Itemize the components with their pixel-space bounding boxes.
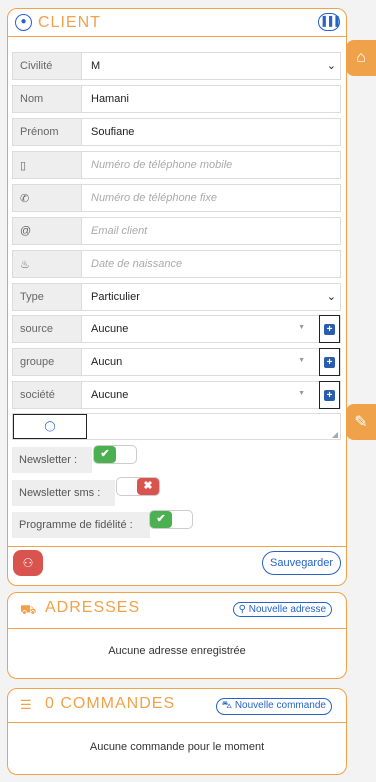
- source-value: Aucune: [91, 323, 129, 335]
- adresses-empty-message: Aucune adresse enregistrée: [108, 645, 246, 657]
- birthday-cake-icon: ♨: [13, 251, 82, 277]
- type-row[interactable]: Type Particulier ⌄: [12, 283, 341, 311]
- prenom-input[interactable]: Soufiane: [82, 119, 340, 145]
- newsletter-label: Newsletter :: [19, 454, 78, 466]
- adresses-header: ⛟ ADRESSES ⚲ Nouvelle adresse: [8, 593, 346, 629]
- civilite-value: M: [91, 60, 101, 72]
- birth-input[interactable]: Date de naissance: [82, 251, 340, 277]
- chart-icon-button[interactable]: ▐▐▐: [318, 13, 340, 31]
- add-societe-button[interactable]: +: [319, 381, 340, 409]
- caret-down-icon: ▼: [298, 324, 305, 331]
- phone-icon: ✆: [13, 185, 82, 211]
- home-tab[interactable]: ⌂: [346, 40, 376, 76]
- email-row[interactable]: @ Email client: [12, 217, 341, 245]
- new-address-button[interactable]: ⚲ Nouvelle adresse: [232, 602, 332, 617]
- settings-tab[interactable]: ✎: [346, 404, 376, 440]
- newsletter-sms-row: Newsletter sms :: [12, 480, 115, 506]
- birth-row[interactable]: ♨ Date de naissance: [12, 250, 341, 278]
- groupe-row[interactable]: groupe Aucun ▼ +: [12, 348, 341, 376]
- unlink-icon: ⚇: [22, 556, 34, 570]
- commandes-header: ☰ 0 COMMANDES ⛍ Nouvelle commande: [8, 689, 346, 723]
- home-icon: ⌂: [356, 49, 366, 66]
- fidelite-toggle[interactable]: ✔: [149, 510, 193, 529]
- add-groupe-button[interactable]: +: [319, 348, 340, 376]
- map-marker-icon: ⚲: [238, 604, 246, 615]
- nom-label: Nom: [13, 86, 82, 112]
- chevron-down-icon: ⌄: [326, 291, 336, 303]
- commandes-panel: ☰ 0 COMMANDES ⛍ Nouvelle commande Aucune…: [7, 688, 347, 775]
- newsletter-sms-toggle[interactable]: ✖: [116, 477, 160, 496]
- client-title: CLIENT: [38, 14, 101, 31]
- source-select[interactable]: Aucune ▼: [82, 316, 340, 342]
- societe-select[interactable]: Aucune ▼: [82, 382, 340, 408]
- adresses-panel: ⛟ ADRESSES ⚲ Nouvelle adresse Aucune adr…: [7, 592, 347, 679]
- comment-row[interactable]: ◯ ◢: [12, 413, 341, 440]
- fidelite-row: Programme de fidélité :: [12, 512, 150, 538]
- list-icon: ☰: [20, 697, 32, 712]
- commandes-empty-message: Aucune commande pour le moment: [89, 741, 265, 753]
- comment-textarea[interactable]: ◢: [87, 414, 340, 439]
- civilite-select[interactable]: M ⌄: [82, 53, 340, 79]
- societe-row[interactable]: société Aucune ▼ +: [12, 381, 341, 409]
- caret-down-icon: ▼: [298, 390, 305, 397]
- comment-icon-cell: ◯: [13, 414, 87, 439]
- client-panel: ● CLIENT ▐▐▐ Civilité M ⌄ Nom Hamani Prén…: [7, 8, 347, 586]
- plus-icon: +: [324, 356, 335, 368]
- prenom-row[interactable]: Prénom Soufiane: [12, 118, 341, 146]
- source-label: source: [13, 316, 82, 342]
- close-icon: ✖: [137, 478, 159, 495]
- type-select[interactable]: Particulier ⌄: [82, 284, 340, 310]
- speech-bubble-icon: ◯: [44, 421, 56, 432]
- mobile-icon: ▯: [13, 152, 82, 178]
- new-order-label: Nouvelle commande: [234, 700, 326, 711]
- type-label: Type: [13, 284, 82, 310]
- civilite-label: Civilité: [13, 53, 82, 79]
- fidelite-label: Programme de fidélité :: [19, 519, 133, 531]
- source-row[interactable]: source Aucune ▼ +: [12, 315, 341, 343]
- plus-icon: +: [324, 389, 335, 401]
- societe-value: Aucune: [91, 389, 129, 401]
- groupe-label: groupe: [13, 349, 82, 375]
- prenom-label: Prénom: [13, 119, 82, 145]
- newsletter-row: Newsletter :: [12, 447, 92, 473]
- fixe-row[interactable]: ✆ Numéro de téléphone fixe: [12, 184, 341, 212]
- mobile-input[interactable]: Numéro de téléphone mobile: [82, 152, 340, 178]
- cart-icon: ⛍: [221, 700, 233, 711]
- newsletter-toggle[interactable]: ✔: [93, 445, 137, 464]
- groupe-select[interactable]: Aucun ▼: [82, 349, 340, 375]
- email-input[interactable]: Email client: [82, 218, 340, 244]
- email-icon: @: [13, 218, 82, 244]
- check-icon: ✔: [150, 511, 172, 528]
- unlink-button[interactable]: ⚇: [13, 550, 43, 576]
- mobile-row[interactable]: ▯ Numéro de téléphone mobile: [12, 151, 341, 179]
- client-header: ● CLIENT ▐▐▐: [8, 9, 346, 37]
- chevron-down-icon: ⌄: [326, 60, 336, 72]
- societe-label: société: [13, 382, 82, 408]
- nom-row[interactable]: Nom Hamani: [12, 85, 341, 113]
- add-source-button[interactable]: +: [319, 315, 340, 343]
- footer-divider: [8, 546, 346, 547]
- new-order-button[interactable]: ⛍ Nouvelle commande: [215, 698, 332, 715]
- check-icon: ✔: [94, 446, 116, 463]
- commandes-title: 0 COMMANDES: [45, 695, 176, 712]
- save-button[interactable]: Sauvegarder: [262, 551, 341, 575]
- fixe-input[interactable]: Numéro de téléphone fixe: [82, 185, 340, 211]
- type-value: Particulier: [91, 291, 140, 303]
- plus-icon: +: [324, 323, 335, 335]
- new-address-label: Nouvelle adresse: [248, 604, 326, 615]
- user-icon: ●: [15, 14, 32, 31]
- adresses-title: ADRESSES: [45, 599, 141, 616]
- wrench-icon: ✎: [354, 414, 368, 431]
- caret-down-icon: ▼: [298, 357, 305, 364]
- civilite-row[interactable]: Civilité M ⌄: [12, 52, 341, 80]
- resize-handle-icon: ◢: [331, 430, 338, 439]
- groupe-value: Aucun: [91, 356, 123, 368]
- truck-icon: ⛟: [20, 602, 37, 617]
- nom-input[interactable]: Hamani: [82, 86, 340, 112]
- newsletter-sms-label: Newsletter sms :: [19, 487, 101, 499]
